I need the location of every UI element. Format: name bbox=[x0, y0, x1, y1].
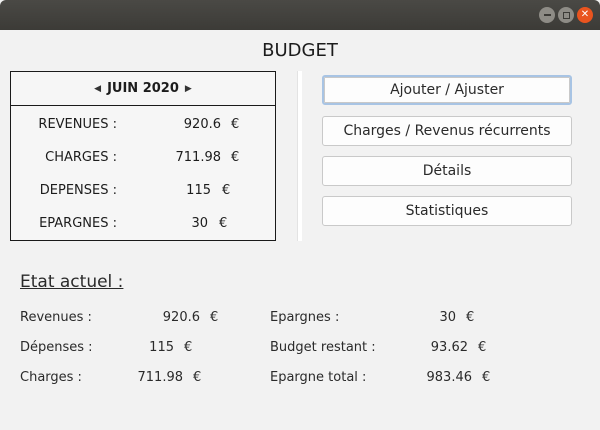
etat-row-depenses: Dépenses : 115 € bbox=[20, 340, 192, 355]
row-label: Charges : bbox=[20, 370, 82, 385]
row-currency: € bbox=[193, 370, 202, 385]
next-month-icon[interactable]: ▶ bbox=[185, 84, 192, 94]
details-button[interactable]: Détails bbox=[322, 156, 572, 186]
close-icon: ✕ bbox=[580, 9, 590, 20]
row-label: Epargnes : bbox=[270, 310, 340, 325]
row-label: EPARGNES : bbox=[39, 216, 117, 231]
etat-row-revenues: Revenues : 920.6 € bbox=[20, 310, 218, 325]
previous-month-icon[interactable]: ◀ bbox=[94, 84, 101, 94]
etat-row-charges: Charges : 711.98 € bbox=[20, 370, 201, 385]
row-value: 983.46 bbox=[426, 370, 473, 385]
close-button[interactable]: ✕ bbox=[577, 7, 593, 23]
maximize-button[interactable] bbox=[558, 7, 574, 23]
panel-divider bbox=[297, 71, 302, 241]
etat-actuel-title: Etat actuel : bbox=[20, 272, 124, 292]
minimize-button[interactable] bbox=[539, 7, 555, 23]
row-currency: € bbox=[210, 310, 219, 325]
row-label: Budget restant : bbox=[270, 340, 376, 355]
row-value: 920.6 bbox=[183, 117, 221, 132]
maximize-icon bbox=[562, 11, 570, 19]
row-label: DEPENSES : bbox=[39, 183, 117, 198]
row-value: 711.98 bbox=[137, 370, 184, 385]
row-value: 920.6 bbox=[162, 310, 200, 325]
row-value: 30 bbox=[439, 310, 456, 325]
row-label: Epargne total : bbox=[270, 370, 367, 385]
row-value: 93.62 bbox=[430, 340, 468, 355]
row-currency: € bbox=[482, 370, 491, 385]
row-currency: € bbox=[231, 150, 240, 165]
charges-revenus-recurrents-button[interactable]: Charges / Revenus récurrents bbox=[322, 116, 572, 146]
row-label: CHARGES : bbox=[45, 150, 117, 165]
row-label: Dépenses : bbox=[20, 340, 93, 355]
row-currency: € bbox=[466, 310, 475, 325]
ajouter-ajuster-button[interactable]: Ajouter / Ajuster bbox=[322, 75, 572, 105]
row-value: 115 bbox=[186, 183, 211, 198]
row-label: REVENUES : bbox=[38, 117, 117, 132]
month-row-charges: CHARGES : 711.98 € bbox=[11, 150, 277, 170]
month-label: JUIN 2020 bbox=[107, 81, 179, 96]
window-titlebar: ✕ bbox=[0, 0, 600, 30]
minimize-icon bbox=[543, 14, 551, 16]
app-title: BUDGET bbox=[262, 40, 338, 61]
row-value: 711.98 bbox=[175, 150, 222, 165]
month-row-depenses: DEPENSES : 115 € bbox=[11, 183, 277, 203]
row-currency: € bbox=[219, 216, 228, 231]
row-value: 115 bbox=[149, 340, 174, 355]
month-row-revenues: REVENUES : 920.6 € bbox=[11, 117, 277, 137]
etat-row-epargne-total: Epargne total : 983.46 € bbox=[270, 370, 490, 385]
month-row-epargnes: EPARGNES : 30 € bbox=[11, 216, 277, 236]
month-summary-panel: ◀ JUIN 2020 ▶ REVENUES : 920.6 € CHARGES… bbox=[10, 71, 276, 241]
statistiques-button[interactable]: Statistiques bbox=[322, 196, 572, 226]
etat-row-budget-restant: Budget restant : 93.62 € bbox=[270, 340, 486, 355]
row-currency: € bbox=[184, 340, 193, 355]
month-selector: ◀ JUIN 2020 ▶ bbox=[11, 72, 275, 106]
row-label: Revenues : bbox=[20, 310, 92, 325]
row-currency: € bbox=[478, 340, 487, 355]
etat-row-epargnes: Epargnes : 30 € bbox=[270, 310, 474, 325]
row-currency: € bbox=[231, 117, 240, 132]
row-value: 30 bbox=[191, 216, 208, 231]
row-currency: € bbox=[222, 183, 231, 198]
